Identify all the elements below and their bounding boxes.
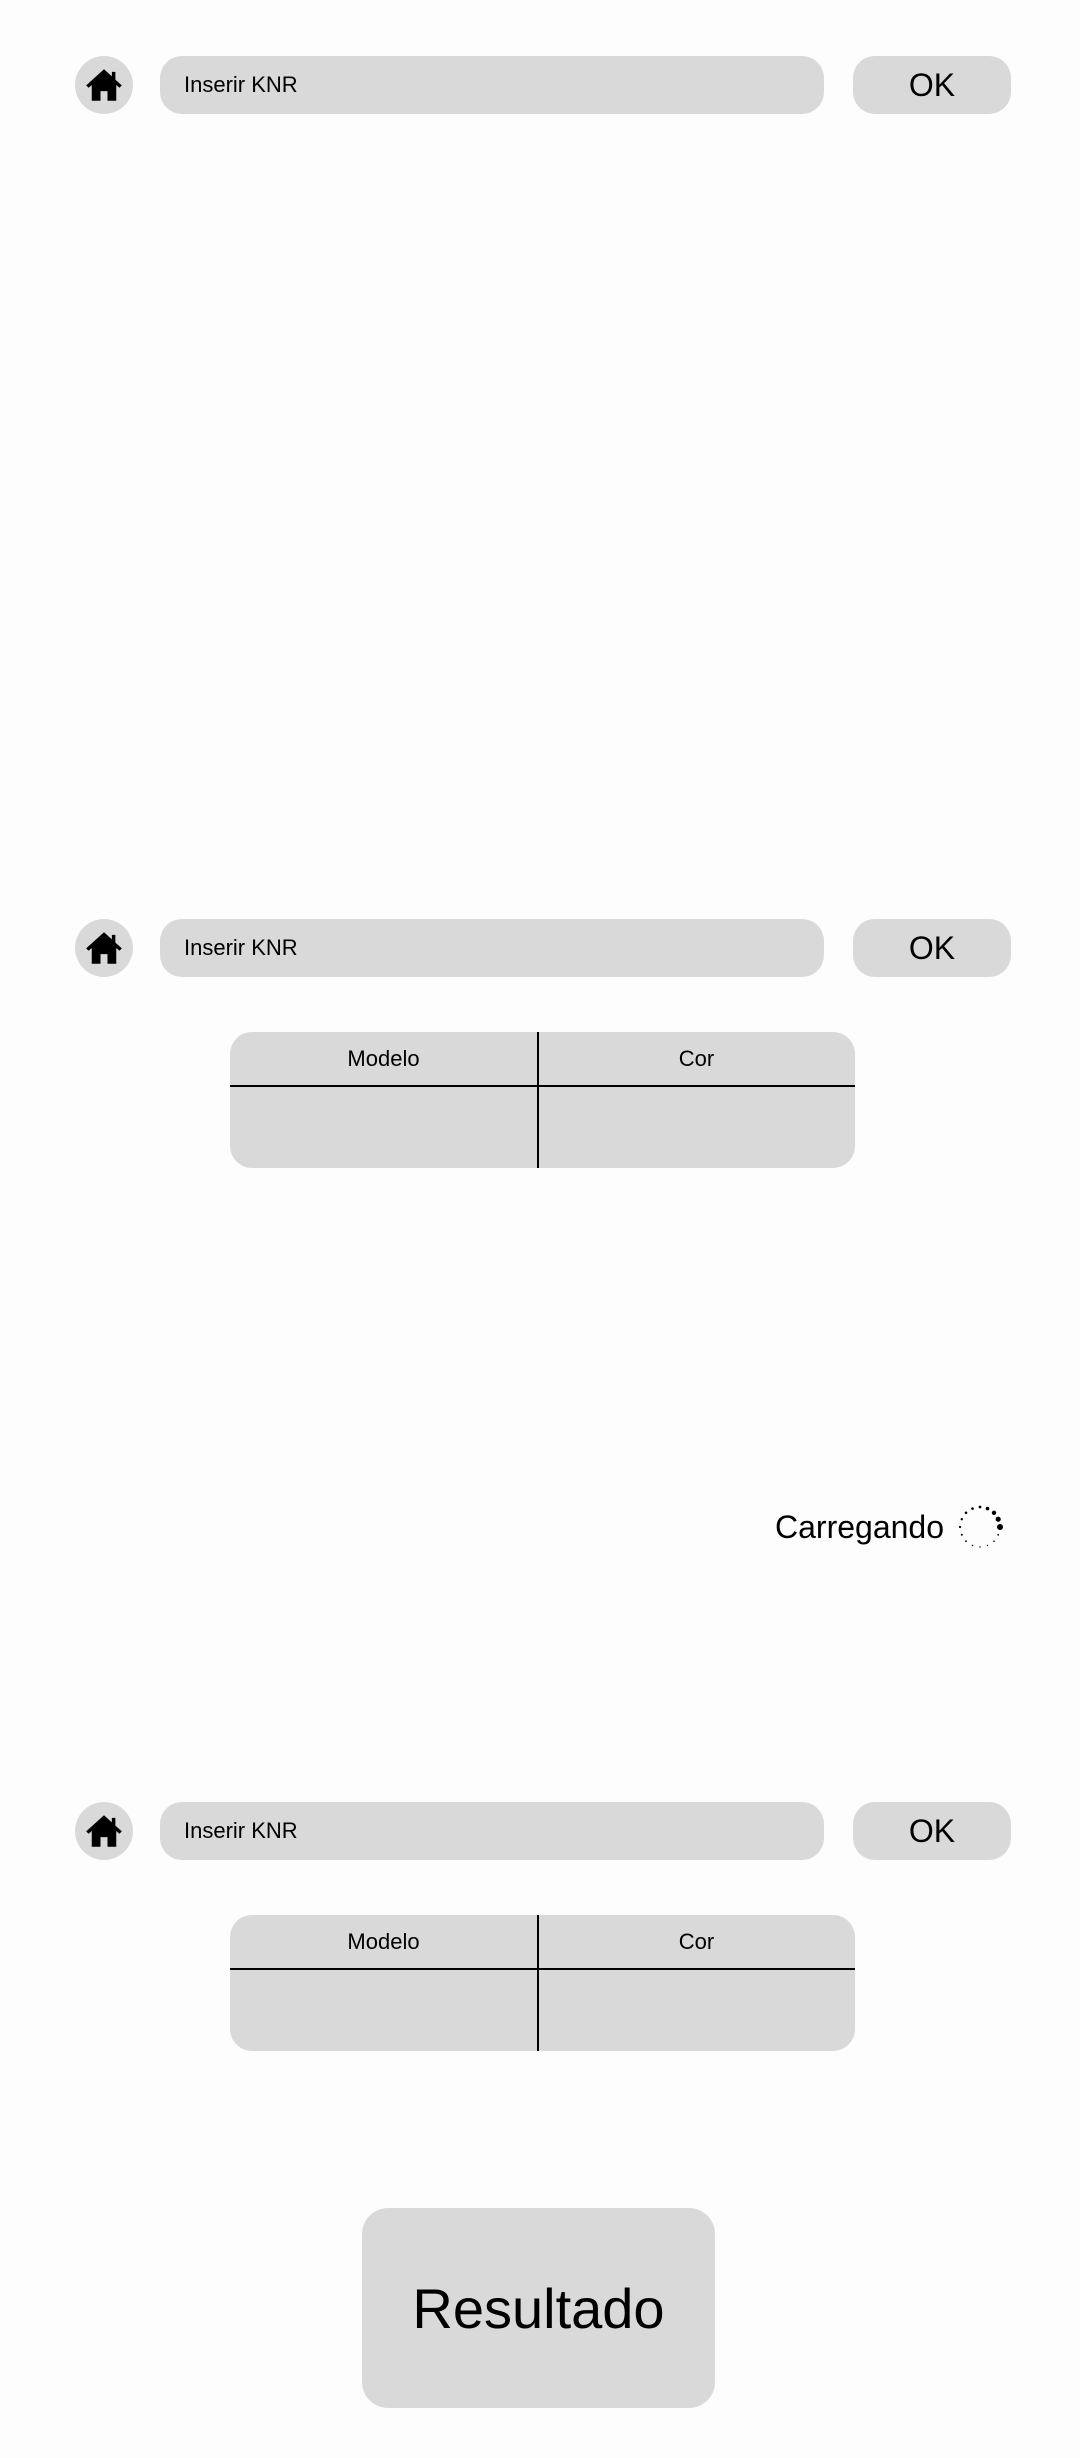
table-cell-cor <box>538 1970 855 2051</box>
result-button[interactable]: Resultado <box>362 2208 715 2408</box>
ok-button[interactable]: OK <box>853 1802 1011 1860</box>
vehicle-info-table: Modelo Cor <box>230 1915 855 2051</box>
table-header-cor: Cor <box>678 1929 715 1954</box>
knr-search-input[interactable] <box>160 1802 824 1860</box>
home-icon <box>86 1815 122 1847</box>
table-header-modelo: Modelo <box>347 1929 420 1954</box>
home-button[interactable] <box>75 1802 133 1860</box>
screen-result: OK Modelo Cor Resultado <box>0 0 1080 2458</box>
table-cell-modelo <box>230 1970 537 2051</box>
